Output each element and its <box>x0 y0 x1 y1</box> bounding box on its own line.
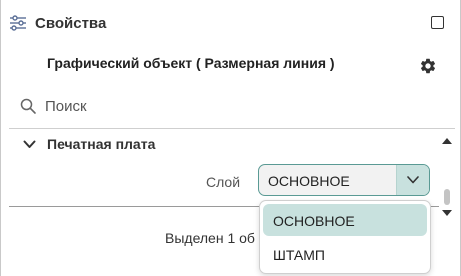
dropdown-option-stamp[interactable]: ШТАМП <box>263 238 427 270</box>
group-label: Печатная плата <box>47 136 156 152</box>
scrollbar-thumb[interactable] <box>444 189 450 205</box>
properties-panel: Свойства Графический объект ( Размерная … <box>0 0 461 276</box>
scroll-up-arrow[interactable] <box>442 138 452 144</box>
sliders-icon <box>10 15 26 31</box>
search-bar <box>1 92 461 120</box>
panel-title: Свойства <box>35 15 107 32</box>
dropdown-option-main[interactable]: ОСНОВНОЕ <box>263 204 427 236</box>
group-header-pcb[interactable]: Печатная плата <box>1 134 441 156</box>
magnifier-icon <box>20 98 36 114</box>
divider <box>9 128 455 129</box>
layer-label: Слой <box>206 174 241 190</box>
layer-select-toggle[interactable] <box>396 165 429 195</box>
option-label: ОСНОВНОЕ <box>273 213 355 229</box>
object-title: Графический объект ( Размерная линия ) <box>47 55 335 71</box>
panel-header: Свойства <box>1 8 461 38</box>
chevron-down-icon[interactable] <box>23 140 36 149</box>
gear-icon[interactable] <box>419 57 437 75</box>
search-input[interactable] <box>45 95 425 117</box>
chevron-down-icon <box>407 176 419 184</box>
scroll-down-arrow[interactable] <box>442 210 452 216</box>
layer-select-value: ОСНОВНОЕ <box>268 173 350 189</box>
layer-select[interactable]: ОСНОВНОЕ <box>258 164 430 196</box>
layer-dropdown-menu: ОСНОВНОЕ ШТАМП <box>259 200 431 274</box>
option-label: ШТАМП <box>273 247 325 263</box>
status-text: Выделен 1 об <box>165 230 255 246</box>
square-icon[interactable] <box>431 16 444 29</box>
